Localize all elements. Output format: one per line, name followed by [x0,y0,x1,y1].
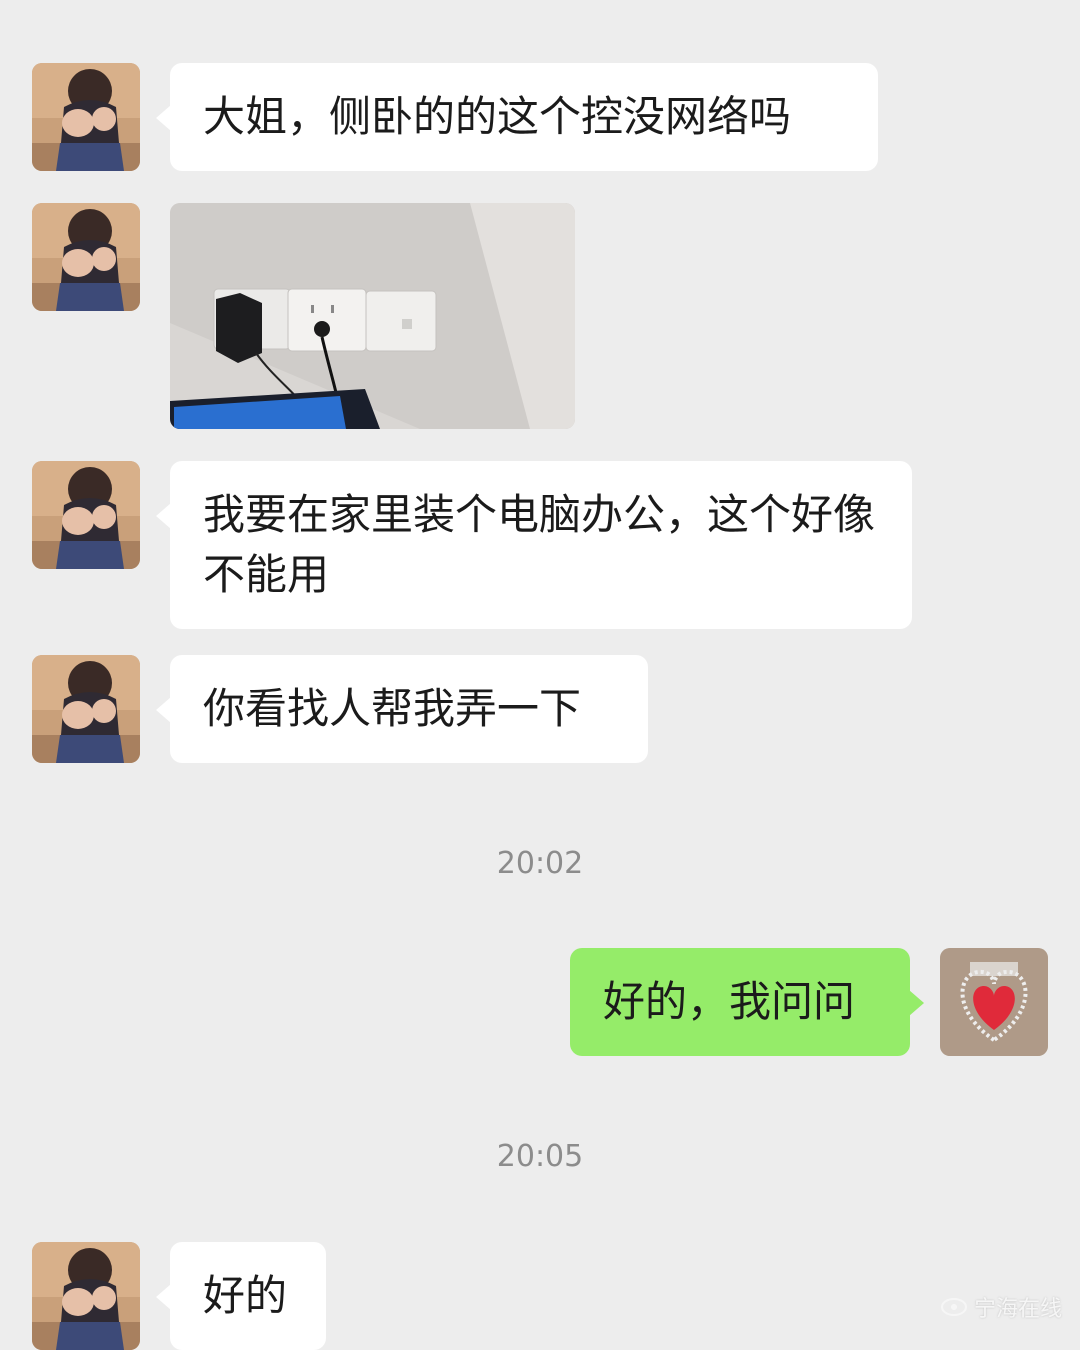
message-timestamp: 20:02 [496,846,584,881]
wall-outlet-photo [170,203,575,429]
image-message[interactable] [170,203,575,429]
contact-avatar[interactable] [32,461,140,569]
contact-avatar[interactable] [32,655,140,763]
incoming-message[interactable]: 好的 [156,1242,326,1350]
site-watermark: 宁海在线 [940,1291,1062,1323]
incoming-message[interactable]: 你看找人帮我弄一下 [156,655,648,763]
outgoing-message[interactable]: 好的，我问问 [570,948,924,1056]
contact-avatar[interactable] [32,1242,140,1350]
contact-avatar[interactable] [32,203,140,311]
message-timestamp: 20:05 [496,1139,584,1174]
watermark-logo-icon [940,1298,967,1316]
watermark-text: 宁海在线 [973,1297,1062,1322]
my-avatar[interactable] [940,948,1048,1056]
incoming-message[interactable]: 我要在家里装个电脑办公，这个好像不能用 [156,461,912,629]
contact-avatar[interactable] [32,63,140,171]
incoming-message[interactable]: 大姐，侧卧的的这个控没网络吗 [156,63,878,171]
